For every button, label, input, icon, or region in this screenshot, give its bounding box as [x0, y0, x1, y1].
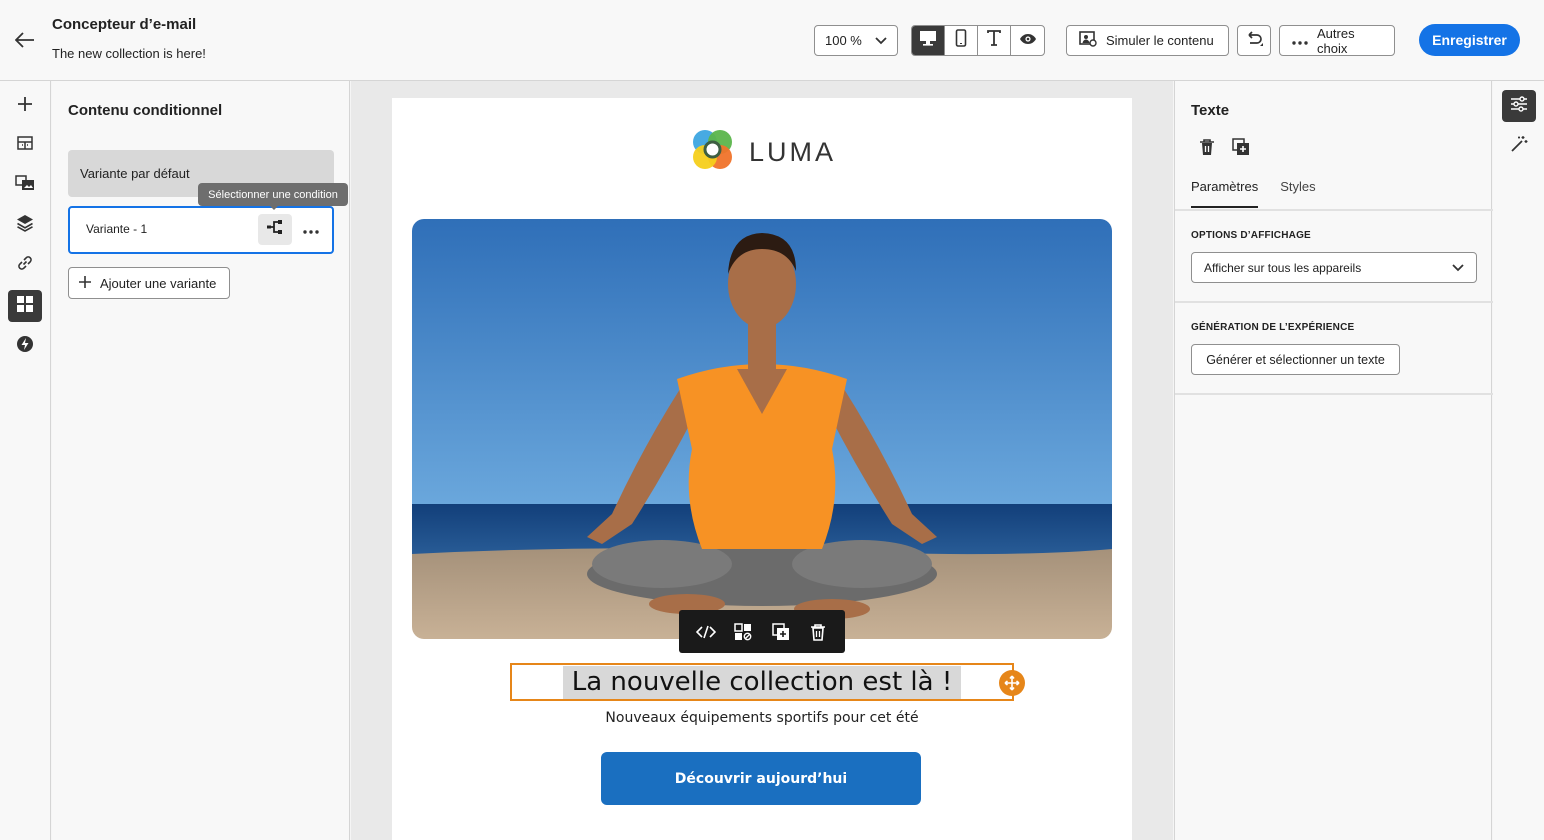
chevron-down-icon	[1452, 261, 1464, 275]
chevron-down-icon	[875, 33, 887, 48]
left-rail	[0, 81, 51, 840]
zoom-select[interactable]: 100 %	[814, 25, 898, 56]
simulate-content-button[interactable]: Simuler le contenu	[1066, 25, 1229, 56]
preview-button[interactable]	[1011, 26, 1044, 55]
magic-wand-icon	[1510, 135, 1528, 158]
cta-button[interactable]: Découvrir aujourd’hui	[601, 752, 921, 805]
simulate-label: Simuler le contenu	[1106, 33, 1214, 48]
selected-text-block[interactable]: La nouvelle collection est là !	[510, 663, 1014, 701]
yoga-beach-image	[412, 219, 1112, 639]
luma-logo[interactable]: LUMA	[689, 127, 836, 178]
display-options-value: Afficher sur tous les appareils	[1204, 260, 1362, 275]
desktop-view-button[interactable]	[912, 26, 945, 55]
divider	[1175, 209, 1493, 211]
add-variant-label: Ajouter une variante	[100, 275, 217, 291]
layers-button[interactable]	[8, 209, 42, 241]
personalization-button[interactable]	[8, 330, 42, 362]
link-icon	[16, 254, 34, 277]
email-canvas: LUMA La nouvelle collection est là ! Nou…	[351, 81, 1173, 840]
display-options-label: OPTIONS D’AFFICHAGE	[1191, 230, 1311, 241]
undo-button[interactable]	[1237, 25, 1271, 56]
top-header: Concepteur d’e-mail The new collection i…	[0, 0, 1544, 81]
structure-button[interactable]	[8, 129, 42, 161]
more-icon	[1292, 33, 1308, 48]
experience-generation-label: GÉNÉRATION DE L’EXPÉRIENCE	[1191, 322, 1355, 333]
properties-panel: Texte Paramètres Styles OPTIONS D’AFFICH…	[1174, 81, 1493, 840]
variant-1-item[interactable]: Variante - 1	[68, 206, 334, 254]
desktop-icon	[919, 30, 937, 51]
simulate-icon	[1079, 31, 1097, 50]
select-condition-tooltip: Sélectionner une condition	[198, 183, 348, 210]
generate-text-button[interactable]: Générer et sélectionner un texte	[1191, 344, 1400, 375]
right-rail	[1493, 81, 1544, 840]
duplicate-component-button[interactable]	[1227, 137, 1255, 161]
settings-panel-button[interactable]	[1502, 90, 1536, 122]
plus-icon	[17, 96, 33, 117]
luma-logo-text: LUMA	[749, 137, 837, 167]
text-icon	[986, 30, 1002, 51]
toggle-display-icon[interactable]	[729, 618, 757, 646]
ai-assistant-button[interactable]	[1502, 130, 1536, 162]
assets-icon	[15, 174, 35, 196]
luma-logo-icon	[689, 127, 735, 178]
more-label: Autres choix	[1317, 25, 1355, 56]
variant-more-button[interactable]	[298, 214, 324, 245]
display-options-select[interactable]: Afficher sur tous les appareils	[1191, 252, 1477, 283]
variant-1-label: Variante - 1	[86, 222, 148, 236]
links-button[interactable]	[8, 249, 42, 281]
lightning-icon	[16, 335, 34, 358]
duplicate-icon	[1232, 137, 1250, 161]
conditional-content-panel: Contenu conditionnel Variante par défaut…	[52, 81, 350, 840]
conditional-content-button[interactable]	[8, 290, 42, 322]
email-subline[interactable]: Nouveaux équipements sportifs pour cet é…	[392, 710, 1132, 726]
tab-parametres[interactable]: Paramètres	[1191, 179, 1259, 208]
select-condition-button[interactable]	[258, 214, 292, 245]
divider	[1175, 393, 1493, 395]
view-mode-group	[911, 25, 1045, 56]
hero-image[interactable]	[412, 219, 1112, 639]
title-block: Concepteur d’e-mail The new collection i…	[52, 16, 206, 61]
add-component-button[interactable]	[8, 90, 42, 122]
move-handle-icon[interactable]	[999, 670, 1025, 696]
email-body: LUMA La nouvelle collection est là ! Nou…	[392, 98, 1132, 840]
properties-tabs: Paramètres Styles	[1191, 179, 1316, 208]
condition-branch-icon	[266, 219, 284, 240]
assets-button[interactable]	[8, 169, 42, 201]
duplicate-icon[interactable]	[767, 618, 795, 646]
undo-icon	[1245, 31, 1263, 50]
sliders-icon	[1510, 95, 1528, 117]
image-block-toolbar	[679, 610, 845, 653]
plus-icon	[79, 275, 91, 291]
save-button[interactable]: Enregistrer	[1419, 24, 1520, 56]
back-arrow-icon[interactable]	[12, 28, 38, 52]
mobile-icon	[955, 29, 967, 52]
mobile-view-button[interactable]	[945, 26, 978, 55]
tab-styles[interactable]: Styles	[1280, 179, 1315, 208]
app-title: Concepteur d’e-mail	[52, 16, 197, 33]
trash-icon	[1199, 138, 1215, 161]
code-icon[interactable]	[692, 618, 720, 646]
email-headline[interactable]: La nouvelle collection est là !	[562, 665, 962, 699]
email-subject: The new collection is here!	[52, 46, 206, 61]
zoom-value: 100 %	[825, 33, 862, 48]
structure-icon	[16, 135, 34, 156]
add-variant-button[interactable]: Ajouter une variante	[68, 267, 230, 299]
layers-icon	[16, 214, 34, 237]
panel-title: Contenu conditionnel	[68, 102, 223, 119]
delete-icon[interactable]	[804, 618, 832, 646]
fragments-icon	[16, 295, 34, 318]
eye-icon	[1019, 32, 1037, 50]
properties-title: Texte	[1191, 102, 1230, 119]
more-options-button[interactable]: Autres choix	[1279, 25, 1395, 56]
divider	[1175, 301, 1493, 303]
more-icon	[303, 221, 319, 239]
delete-component-button[interactable]	[1193, 137, 1221, 161]
text-view-button[interactable]	[978, 26, 1011, 55]
